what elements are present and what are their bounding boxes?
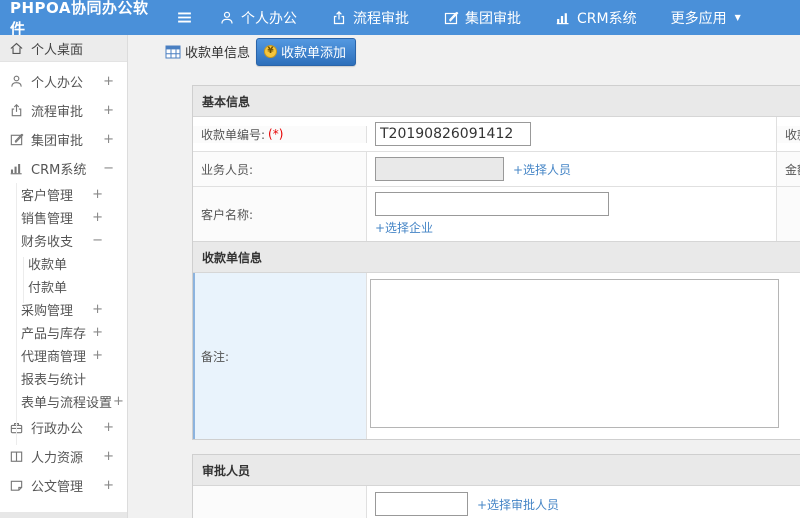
expand-toggle[interactable]: +	[103, 132, 114, 147]
user-icon	[219, 10, 235, 26]
field-cell	[367, 273, 800, 439]
section-header-receipt-info: 收款单信息	[193, 241, 800, 273]
nav-group-approval[interactable]: 集团审批	[443, 8, 521, 28]
required-mark: (*)	[268, 127, 284, 141]
app-title: PHPOA协同办公软件	[10, 0, 149, 38]
expand-toggle[interactable]: +	[92, 302, 103, 317]
salesperson-input[interactable]	[375, 157, 504, 181]
remark-textarea[interactable]	[370, 279, 779, 428]
expand-toggle[interactable]: +	[92, 187, 103, 202]
expand-toggle[interactable]: +	[92, 348, 103, 363]
edit-icon	[9, 132, 24, 147]
book-icon	[9, 449, 24, 464]
collapse-toggle[interactable]: −	[92, 233, 103, 248]
bar-chart-icon	[9, 161, 24, 176]
field-cell	[367, 117, 777, 151]
sidebar-hscrollbar[interactable]	[0, 512, 127, 518]
field-label: 设置审批人员:(*)	[193, 486, 367, 518]
field-label-right: 金额:	[777, 152, 800, 186]
sidebar-item-hr[interactable]: 人力资源 +	[0, 442, 127, 471]
approver-panel: 审批人员 设置审批人员:(*) +选择审批人员 提醒审批人员: 短消息	[192, 454, 800, 518]
sidebar-item-crm-system[interactable]: CRM系统 −	[0, 154, 127, 183]
hamburger-menu-icon[interactable]	[176, 9, 193, 26]
form-row-customer: 客户名称: +选择企业	[193, 187, 800, 242]
select-company-link[interactable]: +选择企业	[375, 219, 433, 236]
field-label: 收款单编号: (*)	[193, 125, 367, 143]
tree-indent-line	[16, 183, 17, 445]
sidebar-item-purchase-mgmt[interactable]: 采购管理 +	[0, 298, 127, 321]
tab-receipt-info[interactable]: 收款单信息	[165, 42, 250, 61]
remark-label: 备注:	[193, 273, 367, 439]
field-label: 业务人员:	[193, 152, 367, 186]
tab-bar: 收款单信息 收款单添加	[128, 35, 800, 68]
bar-chart-icon	[555, 10, 571, 26]
field-cell: +选择人员	[367, 152, 777, 186]
expand-toggle[interactable]: +	[103, 74, 114, 89]
form-row-salesperson: 业务人员: +选择人员 金额:	[193, 152, 800, 187]
sidebar-item-payment[interactable]: 付款单	[0, 275, 127, 298]
share-icon	[331, 10, 347, 26]
expand-toggle[interactable]: +	[92, 325, 103, 340]
table-icon	[165, 45, 181, 59]
user-icon	[9, 74, 24, 89]
field-label: 客户名称:	[193, 187, 367, 241]
sidebar-item-admin-office[interactable]: 行政办公 +	[0, 413, 127, 442]
share-icon	[9, 103, 24, 118]
money-icon	[264, 44, 278, 58]
approver-input[interactable]	[375, 492, 468, 516]
top-navigation: 个人办公 流程审批 集团审批 CRM系统 更多应用 ▼	[219, 8, 775, 28]
topbar: PHPOA协同办公软件 个人办公 流程审批 集团审批 CRM系统 更多应用 ▼	[0, 0, 800, 38]
section-header-approver: 审批人员	[193, 455, 800, 486]
expand-toggle[interactable]: +	[92, 210, 103, 225]
expand-toggle[interactable]: +	[103, 103, 114, 118]
field-label-right	[777, 187, 800, 241]
tree-indent-line	[23, 257, 24, 303]
expand-toggle[interactable]: +	[113, 394, 124, 409]
edit-icon	[443, 10, 459, 26]
sidebar: 个人桌面 个人办公 + 流程审批 + 集团审批 + CRM系统 − 客户管理 +…	[0, 35, 128, 518]
field-cell: +选择审批人员 提醒审批人员: 短消息提示 注: 流程第一步审批人员，这里选择你…	[367, 486, 800, 518]
tab-receipt-add-active[interactable]: 收款单添加	[256, 37, 357, 66]
sidebar-item-product-inventory[interactable]: 产品与库存 +	[0, 321, 127, 344]
main-content: 收款单信息 收款单添加 基本信息 收款单编号:(*) 收款单	[128, 35, 800, 518]
sidebar-item-group-approval[interactable]: 集团审批 +	[0, 125, 127, 154]
sidebar-item-customer-mgmt[interactable]: 客户管理 +	[0, 183, 127, 206]
sidebar-item-personal-office[interactable]: 个人办公 +	[0, 67, 127, 96]
document-icon	[9, 478, 24, 493]
nav-more-apps[interactable]: 更多应用 ▼	[671, 8, 741, 28]
section-header-basic: 基本信息	[193, 86, 800, 117]
form-row-receipt-no: 收款单编号:(*) 收款单	[193, 117, 800, 152]
sidebar-item-document-mgmt[interactable]: 公文管理 +	[0, 471, 127, 500]
home-icon	[9, 41, 24, 56]
select-approver-link[interactable]: +选择审批人员	[477, 496, 559, 513]
form-row-remark: 备注:	[193, 273, 800, 439]
select-person-link[interactable]: +选择人员	[513, 161, 571, 178]
nav-workflow-approval[interactable]: 流程审批	[331, 8, 409, 28]
sidebar-item-desktop[interactable]: 个人桌面	[0, 35, 127, 62]
basic-info-panel: 基本信息 收款单编号:(*) 收款单 业务人员:	[192, 85, 800, 440]
expand-toggle[interactable]: +	[103, 449, 114, 464]
receipt-no-input[interactable]	[375, 122, 531, 146]
expand-toggle[interactable]: +	[103, 420, 114, 435]
field-label-right: 收款单	[777, 125, 800, 143]
form-area: 基本信息 收款单编号:(*) 收款单 业务人员:	[128, 68, 800, 518]
sidebar-item-reports-stats[interactable]: 报表与统计	[0, 367, 127, 390]
sidebar-item-sales-mgmt[interactable]: 销售管理 +	[0, 206, 127, 229]
collapse-toggle[interactable]: −	[103, 161, 114, 176]
customer-name-input[interactable]	[375, 192, 609, 216]
sidebar-item-receipt[interactable]: 收款单	[0, 252, 127, 275]
field-cell: +选择企业	[367, 187, 777, 241]
nav-personal-office[interactable]: 个人办公	[219, 8, 297, 28]
expand-toggle[interactable]: +	[103, 478, 114, 493]
sidebar-item-form-workflow-settings[interactable]: 表单与流程设置 +	[0, 390, 127, 413]
form-row-approver: 设置审批人员:(*) +选择审批人员 提醒审批人员: 短消息提示 注: 流程第一…	[193, 486, 800, 518]
sidebar-item-finance[interactable]: 财务收支 −	[0, 229, 127, 252]
nav-crm-system[interactable]: CRM系统	[555, 8, 637, 28]
sidebar-item-agent-mgmt[interactable]: 代理商管理 +	[0, 344, 127, 367]
sidebar-item-workflow-approval[interactable]: 流程审批 +	[0, 96, 127, 125]
caret-down-icon: ▼	[734, 13, 741, 22]
